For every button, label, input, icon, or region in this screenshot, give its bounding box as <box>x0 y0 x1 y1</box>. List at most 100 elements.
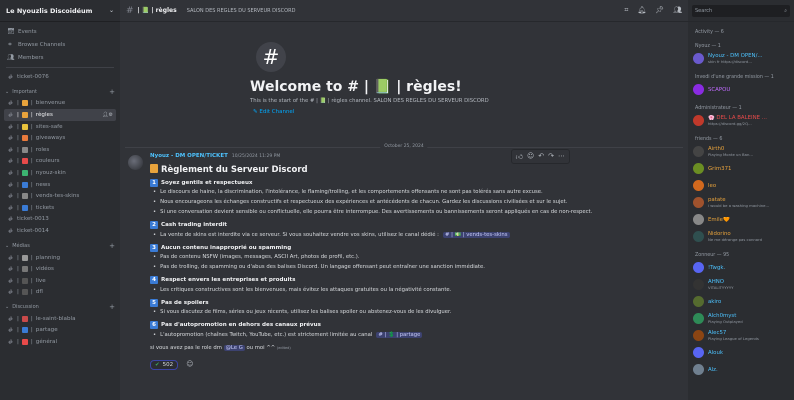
member-name: leo <box>708 182 717 189</box>
threads-icon[interactable]: ⌗ <box>624 6 628 15</box>
check-icon: ✔ <box>155 361 160 368</box>
channel-item[interactable]: # | | partage <box>4 325 116 337</box>
category-header[interactable]: ⌄ Discussion + <box>0 301 120 313</box>
channel-label: bienvenue <box>35 100 66 107</box>
rule-section: 4 Respect envers les entreprises et produ… <box>150 276 688 295</box>
channel-item[interactable]: # ticket-0014 <box>4 225 116 237</box>
nav-item[interactable]: 👥︎ Members <box>0 51 120 64</box>
search-input[interactable]: Search ⌕ <box>692 4 790 17</box>
role-mention[interactable]: @Le G <box>223 344 245 351</box>
member-item[interactable]: Nyouz - DM OPEN/... skin fr https://disco… <box>688 50 794 67</box>
channel-item[interactable]: # | | planning <box>4 252 116 264</box>
hash-icon: # <box>7 145 14 154</box>
member-info: Alouk <box>708 350 723 356</box>
add-channel-icon[interactable]: + <box>109 242 115 250</box>
category-header[interactable]: ⌄ Médias + <box>0 240 120 252</box>
server-header[interactable]: Le Nyouzlis Discoidéum ⌄ <box>0 0 120 22</box>
member-item[interactable]: SCAPOU <box>688 81 794 98</box>
member-item[interactable]: 🌸 DEL LA BALEINE ... https://discord.gg/2… <box>688 112 794 129</box>
member-item[interactable]: Alec57 Playing League of Legends <box>688 327 794 344</box>
member-name: akiro <box>708 298 722 305</box>
rule-number: 1 <box>150 178 158 187</box>
channel-item[interactable]: # | | giveaways <box>4 132 116 144</box>
member-info: Airth0 Playing Monte un Ban... <box>708 146 753 157</box>
channel-item[interactable]: # ticket-0013 <box>4 214 116 226</box>
member-item[interactable]: patate i would be a washing machine... <box>688 194 794 211</box>
rule-heading-text: Respect envers les entreprises et produi… <box>161 277 296 284</box>
rule-heading: 1 Soyez gentils et respectueux <box>150 178 688 187</box>
member-item[interactable]: akiro <box>688 293 794 310</box>
channel-item[interactable]: # | | nyouz-skin <box>4 167 116 179</box>
divider: | <box>30 181 33 188</box>
channel-label: vidéos <box>35 266 54 273</box>
channel-item[interactable]: # | | live <box>4 275 116 287</box>
channel-emoji-icon <box>21 289 28 296</box>
member-name: SCAPOU <box>708 86 731 93</box>
channel-item[interactable]: # | | le-saint-blabla <box>4 313 116 325</box>
channel-item[interactable]: # | | couleurs <box>4 156 116 168</box>
divider: | <box>17 204 19 211</box>
channel-item[interactable]: # | | sites-safe <box>4 121 116 133</box>
avatar <box>693 146 704 157</box>
member-info: Grim371 <box>708 166 731 172</box>
divider: | <box>17 339 19 346</box>
member-item[interactable]: !Twgk. <box>688 259 794 276</box>
member-group-header: Administrateur — 1 <box>695 105 742 111</box>
member-name: Alz. <box>708 366 718 373</box>
channel-mention[interactable]: # | 💲 | partage <box>376 331 423 338</box>
channel-item[interactable]: # | | roles <box>4 144 116 156</box>
divider: | <box>17 315 19 322</box>
channel-mention[interactable]: # | 💵 | vends-tes-skins <box>442 231 510 238</box>
rule-number: 6 <box>150 320 158 329</box>
member-item[interactable]: Emile🧡 <box>688 211 794 228</box>
reaction-button[interactable]: ✔ 502 <box>150 359 179 370</box>
add-channel-icon[interactable]: + <box>109 88 115 96</box>
settings-icon[interactable]: 👤︎⚙ <box>102 112 113 118</box>
channel-item[interactable]: # | | vidéos <box>4 263 116 275</box>
channel-item[interactable]: # | | dfl <box>4 287 116 299</box>
avatar <box>693 313 704 324</box>
channel-emoji-icon <box>21 123 28 130</box>
member-item[interactable]: Alouk <box>688 344 794 361</box>
edit-channel-link[interactable]: ✎ Edit Channel <box>253 109 489 115</box>
avatar <box>693 163 704 174</box>
member-item[interactable]: Grim371 <box>688 160 794 177</box>
category-header[interactable]: ⌄ Important + <box>0 86 120 98</box>
add-reaction-icon[interactable]: ☺ <box>186 360 193 368</box>
avatar[interactable] <box>128 155 143 170</box>
search-placeholder: Search <box>695 7 713 14</box>
channel-item[interactable]: # | | vends-tes-skins <box>4 190 116 202</box>
channel-list: ⌄ Important + # | | bienvenue # | | règles 👤︎⚙ # | | si… <box>0 83 120 348</box>
nav-item[interactable]: ⌗ Browse Channels <box>0 38 120 51</box>
divider: | <box>30 158 33 165</box>
channel-item[interactable]: # | | news <box>4 179 116 191</box>
channel-emoji-icon <box>21 204 28 211</box>
channel-ticket-0076[interactable]: # ticket-0076 <box>4 71 116 83</box>
member-item[interactable]: Nidorino Ne me dérange pas connard <box>688 228 794 245</box>
member-item[interactable]: Airth0 Playing Monte un Ban... <box>688 143 794 160</box>
member-item[interactable]: leo <box>688 177 794 194</box>
channel-title: | 📗 | règles <box>137 7 177 14</box>
divider: | <box>17 100 19 107</box>
nav-label: Browse Channels <box>18 41 66 48</box>
pin-icon[interactable]: 📌︎ <box>655 6 664 15</box>
bell-icon[interactable]: 🔔︎ <box>637 6 646 15</box>
member-item[interactable]: Alch0myst Playing Outplayed <box>688 310 794 327</box>
channel-item[interactable]: # | | règles 👤︎⚙ <box>4 109 116 121</box>
members-icon[interactable]: 👥︎ <box>673 6 682 15</box>
channel-item[interactable]: # | | tickets <box>4 202 116 214</box>
message: Nyouz - DM OPEN/TICKET 10/25/2024 11:29 … <box>120 153 688 370</box>
channel-item[interactable]: # | | bienvenue <box>4 98 116 110</box>
channel-topic[interactable]: SALON DES REGLES DU SERVEUR DISCORD <box>187 8 296 14</box>
member-info: Alec57 Playing League of Legends <box>708 330 759 341</box>
add-channel-icon[interactable]: + <box>109 303 115 311</box>
nav-item[interactable]: 📅︎ Events <box>0 25 120 38</box>
channel-item[interactable]: # | | général <box>4 336 116 348</box>
avatar <box>693 330 704 341</box>
author-name[interactable]: Nyouz - DM OPEN/TICKET <box>150 153 228 159</box>
member-item[interactable]: Alz. <box>688 361 794 378</box>
channel-label: ticket-0014 <box>17 227 49 234</box>
calendar-icon: 📅︎ <box>7 28 15 35</box>
member-item[interactable]: AHNO VITALITYYYYY <box>688 276 794 293</box>
channel-label: vends-tes-skins <box>35 193 80 200</box>
